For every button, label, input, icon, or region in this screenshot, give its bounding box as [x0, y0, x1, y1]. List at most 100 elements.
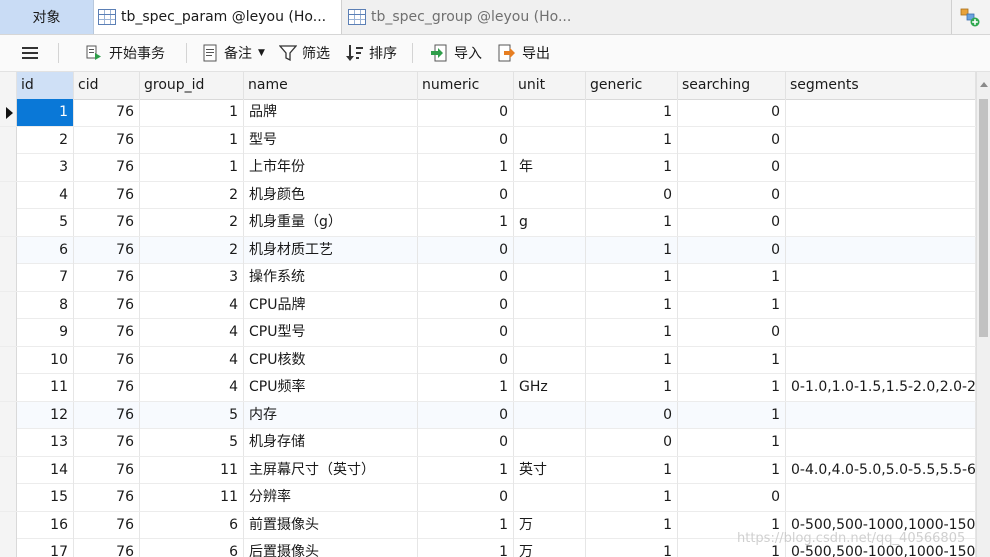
row-indicator[interactable] [0, 484, 17, 511]
row-indicator[interactable] [0, 346, 17, 374]
cell-cid[interactable]: 76 [74, 181, 140, 209]
cell-unit[interactable] [514, 319, 586, 346]
table-row[interactable]: 5 76 2 机身重量（g） 1 g 1 0 [0, 209, 976, 237]
import-button[interactable]: 导入 [430, 35, 482, 71]
cell-cid[interactable]: 76 [74, 401, 140, 429]
row-indicator[interactable] [0, 374, 17, 401]
cell-segments[interactable] [786, 236, 976, 264]
cell-unit[interactable] [514, 126, 586, 154]
tab-objects[interactable]: 对象 [0, 0, 94, 34]
cell-segments[interactable] [786, 264, 976, 291]
export-button[interactable]: 导出 [498, 35, 550, 71]
cell-cid[interactable]: 76 [74, 291, 140, 319]
cell-segments[interactable] [786, 99, 976, 126]
cell-searching[interactable]: 0 [678, 484, 786, 511]
cell-unit[interactable] [514, 264, 586, 291]
row-indicator[interactable] [0, 429, 17, 456]
new-query-icon[interactable] [960, 7, 980, 27]
cell-numeric[interactable]: 0 [418, 99, 514, 126]
column-header-name[interactable]: name [244, 72, 418, 99]
cell-segments[interactable]: 0-1.0,1.0-1.5,1.5-2.0,2.0-2. [786, 374, 976, 401]
cell-unit[interactable] [514, 484, 586, 511]
cell-id[interactable]: 14 [17, 456, 74, 484]
cell-generic[interactable]: 0 [586, 181, 678, 209]
cell-generic[interactable]: 1 [586, 511, 678, 539]
row-indicator[interactable] [0, 181, 17, 209]
cell-unit[interactable]: GHz [514, 374, 586, 401]
cell-group-id[interactable]: 4 [140, 319, 244, 346]
cell-name[interactable]: 机身颜色 [244, 181, 418, 209]
begin-transaction-button[interactable]: 开始事务 [85, 35, 165, 71]
cell-name[interactable]: CPU频率 [244, 374, 418, 401]
menu-button[interactable] [22, 35, 38, 71]
cell-unit[interactable] [514, 346, 586, 374]
cell-id[interactable]: 11 [17, 374, 74, 401]
cell-numeric[interactable]: 0 [418, 346, 514, 374]
table-row[interactable]: 14 76 11 主屏幕尺寸（英寸） 1 英寸 1 1 0-4.0,4.0-5.0,5.0-5.… [0, 456, 976, 484]
cell-segments[interactable] [786, 126, 976, 154]
cell-group-id[interactable]: 5 [140, 429, 244, 456]
cell-searching[interactable]: 0 [678, 181, 786, 209]
table-row[interactable]: 6 76 2 机身材质工艺 0 1 0 [0, 236, 976, 264]
column-header-generic[interactable]: generic [586, 72, 678, 99]
scroll-up-icon[interactable] [980, 82, 988, 87]
cell-generic[interactable]: 1 [586, 539, 678, 557]
sort-button[interactable]: 排序 [346, 35, 397, 71]
scrollbar-thumb[interactable] [979, 99, 988, 337]
column-header-group-id[interactable]: group_id [140, 72, 244, 99]
cell-name[interactable]: 前置摄像头 [244, 511, 418, 539]
cell-group-id[interactable]: 5 [140, 401, 244, 429]
cell-cid[interactable]: 76 [74, 511, 140, 539]
cell-group-id[interactable]: 11 [140, 484, 244, 511]
column-header-unit[interactable]: unit [514, 72, 586, 99]
cell-unit[interactable] [514, 401, 586, 429]
cell-generic[interactable]: 1 [586, 154, 678, 181]
column-header-numeric[interactable]: numeric [418, 72, 514, 99]
cell-cid[interactable]: 76 [74, 154, 140, 181]
cell-numeric[interactable]: 1 [418, 511, 514, 539]
cell-name[interactable]: CPU型号 [244, 319, 418, 346]
row-indicator[interactable] [0, 291, 17, 319]
cell-searching[interactable]: 1 [678, 264, 786, 291]
table-row[interactable]: 15 76 11 分辨率 0 1 0 [0, 484, 976, 512]
cell-cid[interactable]: 76 [74, 319, 140, 346]
cell-name[interactable]: 品牌 [244, 99, 418, 126]
cell-numeric[interactable]: 0 [418, 429, 514, 456]
cell-id[interactable]: 6 [17, 236, 74, 264]
cell-generic[interactable]: 1 [586, 484, 678, 511]
cell-searching[interactable]: 1 [678, 346, 786, 374]
table-row[interactable]: 3 76 1 上市年份 1 年 1 0 [0, 154, 976, 182]
cell-segments[interactable] [786, 209, 976, 236]
cell-numeric[interactable]: 1 [418, 456, 514, 484]
row-indicator[interactable] [0, 401, 17, 429]
cell-group-id[interactable]: 2 [140, 236, 244, 264]
cell-numeric[interactable]: 0 [418, 181, 514, 209]
cell-cid[interactable]: 76 [74, 236, 140, 264]
cell-group-id[interactable]: 4 [140, 346, 244, 374]
cell-cid[interactable]: 76 [74, 484, 140, 511]
cell-group-id[interactable]: 1 [140, 126, 244, 154]
cell-name[interactable]: 机身重量（g） [244, 209, 418, 236]
cell-cid[interactable]: 76 [74, 429, 140, 456]
cell-cid[interactable]: 76 [74, 126, 140, 154]
cell-group-id[interactable]: 11 [140, 456, 244, 484]
cell-generic[interactable]: 1 [586, 374, 678, 401]
cell-searching[interactable]: 0 [678, 126, 786, 154]
table-row[interactable]: 9 76 4 CPU型号 0 1 0 [0, 319, 976, 347]
cell-searching[interactable]: 0 [678, 209, 786, 236]
table-row[interactable]: 1 76 1 品牌 0 1 0 [0, 99, 976, 127]
cell-name[interactable]: 上市年份 [244, 154, 418, 181]
cell-searching[interactable]: 1 [678, 374, 786, 401]
cell-unit[interactable] [514, 429, 586, 456]
cell-generic[interactable]: 1 [586, 319, 678, 346]
cell-name[interactable]: 主屏幕尺寸（英寸） [244, 456, 418, 484]
row-indicator[interactable] [0, 264, 17, 291]
cell-generic[interactable]: 1 [586, 126, 678, 154]
cell-cid[interactable]: 76 [74, 264, 140, 291]
column-header-searching[interactable]: searching [678, 72, 786, 99]
row-indicator[interactable] [0, 539, 17, 557]
cell-searching[interactable]: 0 [678, 154, 786, 181]
cell-searching[interactable]: 0 [678, 236, 786, 264]
table-row[interactable]: 11 76 4 CPU频率 1 GHz 1 1 0-1.0,1.0-1.5,1.5-2.0,2.… [0, 374, 976, 402]
table-row[interactable]: 12 76 5 内存 0 0 1 [0, 401, 976, 429]
